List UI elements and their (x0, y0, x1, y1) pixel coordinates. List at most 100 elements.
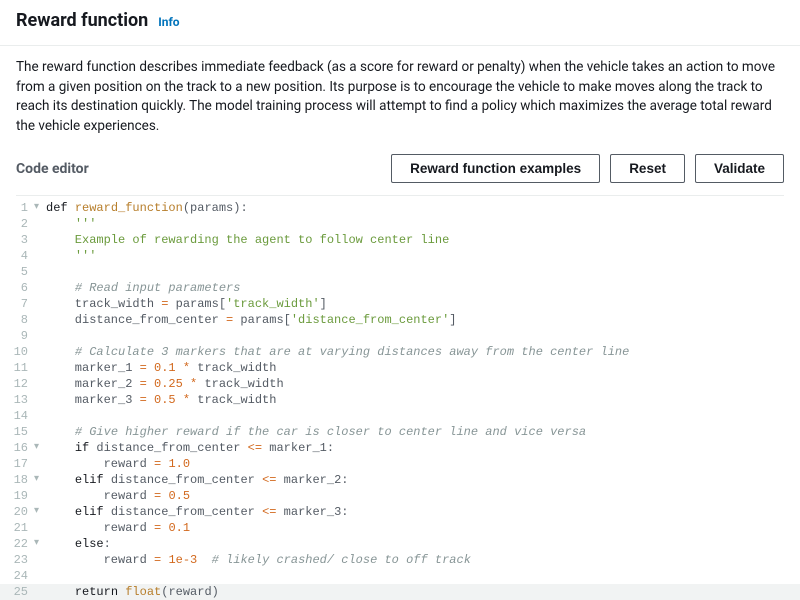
code-content[interactable]: return float(reward) (44, 584, 219, 600)
code-content[interactable]: # Read input parameters (44, 280, 240, 296)
line-number: 18 (0, 472, 34, 488)
code-line[interactable]: 8 distance_from_center = params['distanc… (0, 312, 800, 328)
code-content[interactable]: elif distance_from_center <= marker_3: (44, 504, 348, 520)
code-line[interactable]: 1▾def reward_function(params): (0, 200, 800, 216)
code-editor[interactable]: 1▾def reward_function(params):2 '''3 Exa… (0, 196, 800, 600)
line-number: 24 (0, 568, 34, 584)
code-content[interactable] (44, 568, 46, 584)
line-number: 13 (0, 392, 34, 408)
code-content[interactable]: marker_2 = 0.25 * track_width (44, 376, 284, 392)
fold-icon[interactable]: ▾ (34, 472, 44, 488)
code-line[interactable]: 22▾ else: (0, 536, 800, 552)
code-line[interactable]: 18▾ elif distance_from_center <= marker_… (0, 472, 800, 488)
line-number: 17 (0, 456, 34, 472)
fold-icon (34, 392, 44, 408)
fold-icon (34, 216, 44, 232)
code-content[interactable]: # Calculate 3 markers that are at varyin… (44, 344, 629, 360)
code-content[interactable]: marker_3 = 0.5 * track_width (44, 392, 276, 408)
line-number: 15 (0, 424, 34, 440)
title-row: Reward function Info (16, 10, 784, 31)
code-line[interactable]: 15 # Give higher reward if the car is cl… (0, 424, 800, 440)
code-content[interactable]: marker_1 = 0.1 * track_width (44, 360, 276, 376)
code-line[interactable]: 20▾ elif distance_from_center <= marker_… (0, 504, 800, 520)
line-number: 11 (0, 360, 34, 376)
header: Reward function Info (0, 0, 800, 46)
code-content[interactable] (44, 328, 46, 344)
fold-icon (34, 552, 44, 568)
fold-icon (34, 568, 44, 584)
code-content[interactable]: distance_from_center = params['distance_… (44, 312, 456, 328)
line-number: 8 (0, 312, 34, 328)
line-number: 9 (0, 328, 34, 344)
code-line[interactable]: 12 marker_2 = 0.25 * track_width (0, 376, 800, 392)
code-line[interactable]: 19 reward = 0.5 (0, 488, 800, 504)
code-content[interactable]: Example of rewarding the agent to follow… (44, 232, 449, 248)
toolbar: Code editor Reward function examples Res… (0, 144, 800, 195)
line-number: 12 (0, 376, 34, 392)
line-number: 10 (0, 344, 34, 360)
code-line[interactable]: 4 ''' (0, 248, 800, 264)
line-number: 23 (0, 552, 34, 568)
code-content[interactable]: def reward_function(params): (44, 200, 248, 216)
code-content[interactable]: elif distance_from_center <= marker_2: (44, 472, 348, 488)
fold-icon (34, 360, 44, 376)
fold-icon (34, 424, 44, 440)
line-number: 16 (0, 440, 34, 456)
code-line[interactable]: 25 return float(reward) (0, 584, 800, 600)
fold-icon (34, 488, 44, 504)
code-content[interactable]: # Give higher reward if the car is close… (44, 424, 586, 440)
reset-button[interactable]: Reset (610, 154, 685, 183)
code-line[interactable]: 17 reward = 1.0 (0, 456, 800, 472)
fold-icon (34, 376, 44, 392)
fold-icon (34, 312, 44, 328)
fold-icon (34, 520, 44, 536)
code-content[interactable]: reward = 1e-3 # likely crashed/ close to… (44, 552, 471, 568)
fold-icon (34, 344, 44, 360)
code-content[interactable]: reward = 0.5 (44, 488, 190, 504)
fold-icon[interactable]: ▾ (34, 536, 44, 552)
fold-icon[interactable]: ▾ (34, 504, 44, 520)
code-content[interactable]: reward = 0.1 (44, 520, 190, 536)
line-number: 1 (0, 200, 34, 216)
code-line[interactable]: 10 # Calculate 3 markers that are at var… (0, 344, 800, 360)
code-content[interactable]: else: (44, 536, 111, 552)
code-line[interactable]: 24 (0, 568, 800, 584)
line-number: 2 (0, 216, 34, 232)
line-number: 5 (0, 264, 34, 280)
code-content[interactable]: if distance_from_center <= marker_1: (44, 440, 334, 456)
fold-icon (34, 584, 44, 600)
code-line[interactable]: 9 (0, 328, 800, 344)
fold-icon (34, 248, 44, 264)
line-number: 19 (0, 488, 34, 504)
code-line[interactable]: 11 marker_1 = 0.1 * track_width (0, 360, 800, 376)
code-line[interactable]: 5 (0, 264, 800, 280)
line-number: 6 (0, 280, 34, 296)
code-content[interactable]: ''' (44, 248, 96, 264)
code-content[interactable] (44, 408, 46, 424)
validate-button[interactable]: Validate (695, 154, 784, 183)
line-number: 22 (0, 536, 34, 552)
toolbar-buttons: Reward function examples Reset Validate (391, 154, 784, 183)
code-line[interactable]: 7 track_width = params['track_width'] (0, 296, 800, 312)
code-line[interactable]: 13 marker_3 = 0.5 * track_width (0, 392, 800, 408)
fold-icon[interactable]: ▾ (34, 440, 44, 456)
code-line[interactable]: 14 (0, 408, 800, 424)
code-line[interactable]: 2 ''' (0, 216, 800, 232)
fold-icon[interactable]: ▾ (34, 200, 44, 216)
code-line[interactable]: 23 reward = 1e-3 # likely crashed/ close… (0, 552, 800, 568)
code-content[interactable]: reward = 1.0 (44, 456, 190, 472)
fold-icon (34, 280, 44, 296)
code-line[interactable]: 16▾ if distance_from_center <= marker_1: (0, 440, 800, 456)
info-link[interactable]: Info (158, 15, 179, 29)
code-line[interactable]: 6 # Read input parameters (0, 280, 800, 296)
code-line[interactable]: 3 Example of rewarding the agent to foll… (0, 232, 800, 248)
code-content[interactable]: ''' (44, 216, 96, 232)
examples-button[interactable]: Reward function examples (391, 154, 600, 183)
code-content[interactable] (44, 264, 46, 280)
fold-icon (34, 328, 44, 344)
toolbar-label: Code editor (16, 161, 391, 177)
code-line[interactable]: 21 reward = 0.1 (0, 520, 800, 536)
code-content[interactable]: track_width = params['track_width'] (44, 296, 327, 312)
line-number: 3 (0, 232, 34, 248)
line-number: 14 (0, 408, 34, 424)
